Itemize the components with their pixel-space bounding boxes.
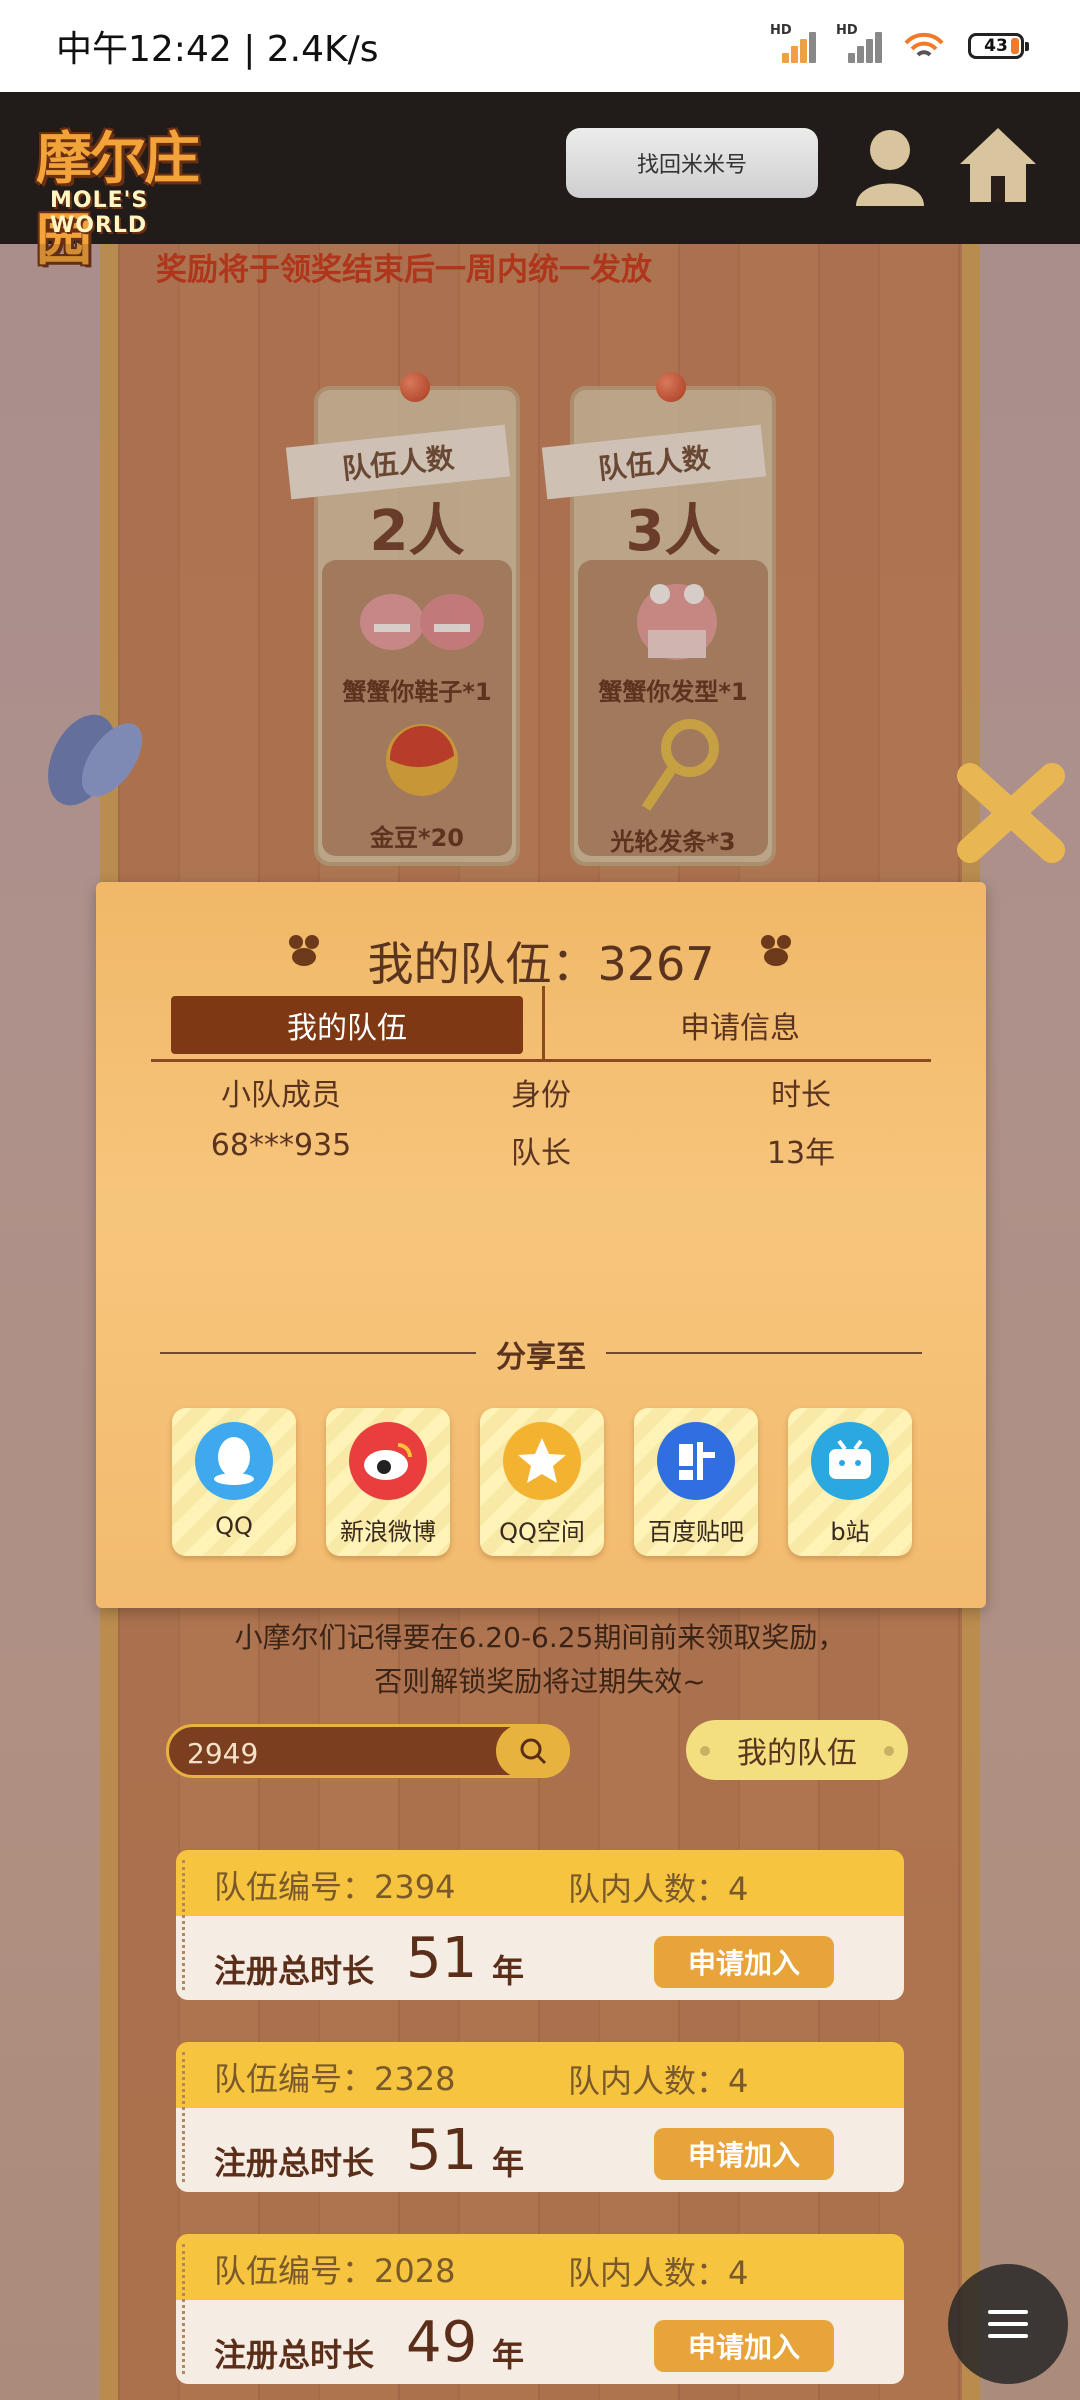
my-team-modal: 我的队伍：3267 我的队伍 申请信息 小队成员 身份 时长 68***935 … — [96, 882, 986, 1608]
reminder-text: 小摩尔们记得要在6.20-6.25期间前来领取奖励， 否则解锁奖励将过期失效~ — [0, 1616, 1080, 1704]
team-card: 队伍编号：2328 队内人数：4 注册总时长 51 年 申请加入 — [176, 2042, 904, 2192]
member-duration: 13年 — [766, 1136, 836, 1171]
share-label-bilibili: b站 — [830, 1518, 870, 1546]
team-member-count: 队内人数：4 — [568, 2254, 749, 2292]
member-id: 68***935 — [210, 1128, 352, 1163]
search-input[interactable] — [187, 1733, 487, 1773]
years-unit: 年 — [492, 1952, 525, 1990]
paw-icon — [761, 935, 791, 966]
share-qq-button[interactable]: QQ — [172, 1408, 296, 1556]
reminder-line: 否则解锁奖励将过期失效~ — [374, 1665, 706, 1698]
tab-applications[interactable]: 申请信息 — [551, 996, 929, 1054]
team-number: 队伍编号：2394 — [214, 1868, 456, 1906]
share-label-weibo: 新浪微博 — [340, 1518, 436, 1546]
close-icon[interactable] — [956, 756, 1066, 866]
register-years: 51 — [406, 2118, 478, 2183]
column-header: 时长 — [771, 1078, 831, 1113]
battery-icon: 43 — [968, 33, 1029, 59]
team-card: 队伍编号：2028 队内人数：4 注册总时长 49 年 申请加入 — [176, 2234, 904, 2384]
my-team-button[interactable]: 我的队伍 — [686, 1720, 908, 1780]
signal-icon: HD — [770, 23, 816, 63]
table-row: 68***935 队长 13年 — [151, 1128, 931, 1172]
floating-menu-button[interactable] — [948, 2264, 1068, 2384]
weibo-icon — [349, 1422, 427, 1500]
years-unit: 年 — [492, 2144, 525, 2182]
qzone-icon — [503, 1422, 581, 1500]
years-unit: 年 — [492, 2336, 525, 2374]
team-member-count: 队内人数：4 — [568, 2062, 749, 2100]
status-bar: 中午12:42 | 2.4K/s HD HD 43 — [0, 0, 1080, 92]
share-label-qq: QQ — [215, 1512, 253, 1540]
team-number: 队伍编号：2028 — [214, 2252, 456, 2290]
register-label: 注册总时长 — [214, 2144, 375, 2182]
modal-title: 我的队伍：3267 — [367, 937, 715, 991]
tab-my-team[interactable]: 我的队伍 — [171, 996, 523, 1054]
join-button[interactable]: 申请加入 — [654, 2128, 834, 2180]
share-label-qzone: QQ空间 — [499, 1518, 585, 1546]
qq-icon — [195, 1422, 273, 1500]
share-label-tieba: 百度贴吧 — [648, 1518, 744, 1546]
modal-tabs: 我的队伍 申请信息 — [151, 986, 931, 1062]
user-icon[interactable] — [852, 126, 928, 210]
team-member-count: 队内人数：4 — [568, 1870, 749, 1908]
divider — [182, 1860, 185, 1990]
join-button[interactable]: 申请加入 — [654, 1936, 834, 1988]
register-years: 49 — [406, 2310, 478, 2375]
column-header: 小队成员 — [221, 1078, 341, 1113]
wifi-icon — [904, 32, 944, 57]
find-account-button[interactable]: 找回米米号 — [566, 128, 818, 198]
divider — [606, 1352, 922, 1354]
battery-level: 43 — [984, 36, 1008, 56]
team-number: 队伍编号：2328 — [214, 2060, 456, 2098]
logo[interactable]: 摩尔庄园 MOLE'S WORLD — [28, 102, 238, 273]
bilibili-icon — [811, 1422, 889, 1500]
search-button[interactable] — [496, 1724, 570, 1778]
share-label: 分享至 — [496, 1340, 586, 1375]
logo-subtext: MOLE'S WORLD — [50, 188, 149, 238]
search-icon — [520, 1738, 547, 1765]
home-icon[interactable] — [958, 124, 1038, 208]
register-years: 51 — [406, 1926, 478, 1991]
member-role: 队长 — [511, 1136, 571, 1171]
team-card: 队伍编号：2394 队内人数：4 注册总时长 51 年 申请加入 — [176, 1850, 904, 2000]
menu-icon — [988, 2310, 1028, 2338]
app-header: 摩尔庄园 MOLE'S WORLD 找回米米号 — [0, 92, 1080, 273]
team-search — [166, 1724, 570, 1778]
member-table-header: 小队成员 身份 时长 — [151, 1070, 931, 1114]
share-weibo-button[interactable]: 新浪微博 — [326, 1408, 450, 1556]
status-time: 中午12:42 | 2.4K/s — [56, 29, 379, 70]
join-button[interactable]: 申请加入 — [654, 2320, 834, 2372]
column-header: 身份 — [511, 1078, 571, 1113]
share-tieba-button[interactable]: 百度贴吧 — [634, 1408, 758, 1556]
register-label: 注册总时长 — [214, 2336, 375, 2374]
share-buttons: QQ 新浪微博 QQ空间 百度贴吧 b站 — [172, 1408, 912, 1556]
divider — [182, 2244, 185, 2374]
reminder-line: 小摩尔们记得要在6.20-6.25期间前来领取奖励， — [234, 1621, 846, 1654]
tieba-icon — [657, 1422, 735, 1500]
share-qzone-button[interactable]: QQ空间 — [480, 1408, 604, 1556]
divider — [182, 2052, 185, 2182]
tab-divider — [542, 986, 545, 1062]
share-bilibili-button[interactable]: b站 — [788, 1408, 912, 1556]
register-label: 注册总时长 — [214, 1952, 375, 1990]
signal-icon-2: HD — [836, 23, 882, 63]
